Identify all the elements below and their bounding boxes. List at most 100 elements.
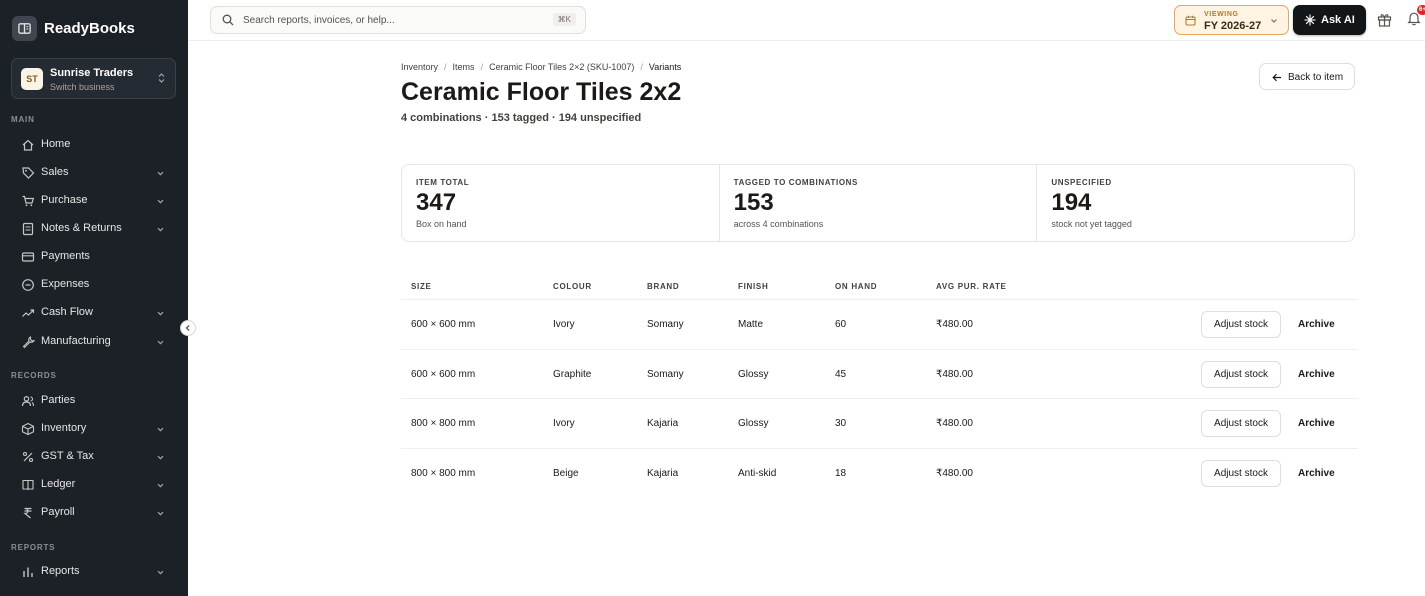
sidebar-item-label: Sales bbox=[41, 166, 69, 178]
sidebar-item-ledger[interactable]: Ledger bbox=[0, 472, 188, 498]
sidebar-item-parties[interactable]: Parties bbox=[0, 388, 188, 414]
adjust-stock-button[interactable]: Adjust stock bbox=[1201, 360, 1281, 388]
stat-note: stock not yet tagged bbox=[1051, 219, 1132, 229]
sidebar-item-manufacturing[interactable]: Manufacturing bbox=[0, 329, 188, 355]
table-body: 600 × 600 mm Ivory Somany Matte 60 ₹480.00 Adj… bbox=[401, 300, 1358, 498]
sparkle-icon bbox=[1304, 14, 1316, 26]
bar-chart-icon bbox=[23, 567, 33, 577]
breadcrumb-separator: / bbox=[480, 62, 484, 72]
sidebar-item-expenses[interactable]: Expenses bbox=[0, 272, 188, 298]
search-icon bbox=[222, 14, 234, 26]
chevron-up-down-icon bbox=[158, 73, 165, 83]
breadcrumb-separator: / bbox=[444, 62, 447, 72]
trend-icon bbox=[22, 309, 35, 317]
cell-on-hand: 18 bbox=[835, 467, 847, 479]
column-header-colour[interactable]: COLOUR bbox=[553, 282, 592, 291]
column-header-finish[interactable]: FINISH bbox=[738, 282, 768, 291]
stat-label: TAGGED TO COMBINATIONS bbox=[733, 178, 858, 187]
chevron-down-icon bbox=[157, 311, 164, 316]
sidebar-item-cash-flow[interactable]: Cash Flow bbox=[0, 300, 188, 326]
app-name: ReadyBooks bbox=[44, 20, 135, 37]
cell-finish: Matte bbox=[738, 319, 764, 330]
cell-on-hand: 30 bbox=[835, 418, 847, 429]
column-header-avg-rate[interactable]: AVG PUR. RATE bbox=[936, 282, 1007, 291]
stat-value: 153 bbox=[733, 189, 774, 216]
stat-note: Box on hand bbox=[416, 219, 467, 229]
stat-note: across 4 combinations bbox=[733, 219, 824, 229]
section-label-records: RECORDS bbox=[11, 371, 57, 380]
archive-button[interactable]: Archive bbox=[1298, 369, 1335, 380]
business-switcher[interactable]: ST Sunrise Traders Switch business bbox=[11, 58, 176, 99]
section-label-reports: REPORTS bbox=[11, 543, 56, 552]
collapse-sidebar-button[interactable] bbox=[180, 320, 196, 336]
back-to-item-button[interactable]: Back to item bbox=[1259, 63, 1355, 90]
fiscal-year-selector[interactable]: VIEWING FY 2026-27 bbox=[1174, 5, 1289, 35]
calendar-icon bbox=[1185, 15, 1196, 26]
sidebar: ReadyBooks ST Sunrise Traders Switch bus… bbox=[0, 0, 188, 596]
breadcrumb: Inventory / Items / Ceramic Floor Tiles … bbox=[401, 62, 681, 72]
sidebar-item-payments[interactable]: Payments bbox=[0, 244, 188, 270]
sidebar-item-label: Parties bbox=[41, 394, 76, 406]
breadcrumb-item[interactable]: Ceramic Floor Tiles 2×2 (SKU-1007) bbox=[489, 62, 634, 72]
breadcrumb-inventory[interactable]: Inventory bbox=[401, 62, 438, 72]
sidebar-item-label: Purchase bbox=[41, 194, 88, 206]
cell-size: 800 × 800 mm bbox=[411, 467, 476, 479]
cart-icon bbox=[22, 195, 35, 207]
note-icon bbox=[22, 222, 34, 236]
section-label-main: MAIN bbox=[11, 115, 35, 124]
sidebar-item-purchase[interactable]: Purchase bbox=[0, 188, 188, 214]
adjust-stock-button[interactable]: Adjust stock bbox=[1201, 459, 1281, 487]
chevron-down-icon bbox=[157, 427, 164, 432]
sidebar-item-label: Home bbox=[41, 138, 71, 150]
chevron-down-icon bbox=[157, 511, 164, 516]
ask-ai-button[interactable]: Ask AI bbox=[1293, 5, 1366, 35]
stat-item-total: ITEM TOTAL 347 Box on hand bbox=[402, 165, 720, 241]
home-icon bbox=[22, 139, 34, 151]
cell-rate: ₹480.00 bbox=[936, 319, 973, 330]
stat-label: UNSPECIFIED bbox=[1051, 178, 1112, 187]
cell-size: 600 × 600 mm bbox=[411, 368, 476, 380]
cell-on-hand: 45 bbox=[835, 368, 847, 380]
search-placeholder: Search reports, invoices, or help... bbox=[243, 15, 395, 26]
archive-button[interactable]: Archive bbox=[1298, 468, 1335, 479]
adjust-stock-button[interactable]: Adjust stock bbox=[1201, 410, 1281, 437]
sidebar-item-label: Ledger bbox=[41, 478, 76, 490]
stat-value: 194 bbox=[1051, 189, 1092, 216]
sidebar-item-gst-tax[interactable]: GST & Tax bbox=[0, 444, 188, 470]
cell-brand: Kajaria bbox=[647, 418, 679, 429]
archive-button[interactable]: Archive bbox=[1298, 319, 1335, 330]
gift-icon[interactable] bbox=[1377, 12, 1392, 27]
sidebar-item-label: Reports bbox=[41, 565, 80, 577]
chevron-down-icon bbox=[157, 199, 164, 204]
chevron-down-icon bbox=[157, 340, 164, 345]
cell-colour: Beige bbox=[553, 467, 579, 479]
business-name: Sunrise Traders bbox=[50, 67, 134, 79]
column-header-size[interactable]: SIZE bbox=[411, 282, 432, 291]
table-row: 600 × 600 mm Graphite Somany Glossy 45 ₹480.0… bbox=[401, 350, 1358, 399]
brand[interactable]: ReadyBooks bbox=[12, 16, 135, 41]
sidebar-item-reports[interactable]: Reports bbox=[0, 559, 188, 585]
cell-finish: Glossy bbox=[738, 418, 769, 429]
archive-button[interactable]: Archive bbox=[1298, 418, 1335, 429]
sidebar-item-payroll[interactable]: Payroll bbox=[0, 500, 188, 526]
sidebar-item-label: Manufacturing bbox=[41, 335, 111, 347]
box-icon bbox=[21, 422, 35, 436]
breadcrumb-separator: / bbox=[640, 62, 643, 72]
business-avatar: ST bbox=[21, 68, 43, 90]
sidebar-item-home[interactable]: Home bbox=[0, 132, 188, 158]
sidebar-item-notes-returns[interactable]: Notes & Returns bbox=[0, 216, 188, 242]
cell-rate: ₹480.00 bbox=[936, 418, 973, 429]
sidebar-item-sales[interactable]: Sales bbox=[0, 160, 188, 186]
table-header: SIZE COLOUR BRAND FINISH ON HAND AVG PUR… bbox=[401, 275, 1358, 300]
column-header-on-hand[interactable]: ON HAND bbox=[835, 282, 877, 291]
breadcrumb-items[interactable]: Items bbox=[453, 62, 475, 72]
sidebar-item-inventory[interactable]: Inventory bbox=[0, 416, 188, 442]
breadcrumb-current: Variants bbox=[648, 62, 682, 72]
users-icon bbox=[21, 396, 35, 407]
adjust-stock-button[interactable]: Adjust stock bbox=[1201, 311, 1281, 338]
notification-badge: 6+ bbox=[1417, 5, 1425, 15]
column-header-brand[interactable]: BRAND bbox=[647, 282, 679, 291]
search-input[interactable]: Search reports, invoices, or help... ⌘K bbox=[210, 6, 586, 34]
sidebar-item-label: Payments bbox=[41, 250, 90, 262]
sidebar-item-label: Cash Flow bbox=[41, 306, 93, 318]
